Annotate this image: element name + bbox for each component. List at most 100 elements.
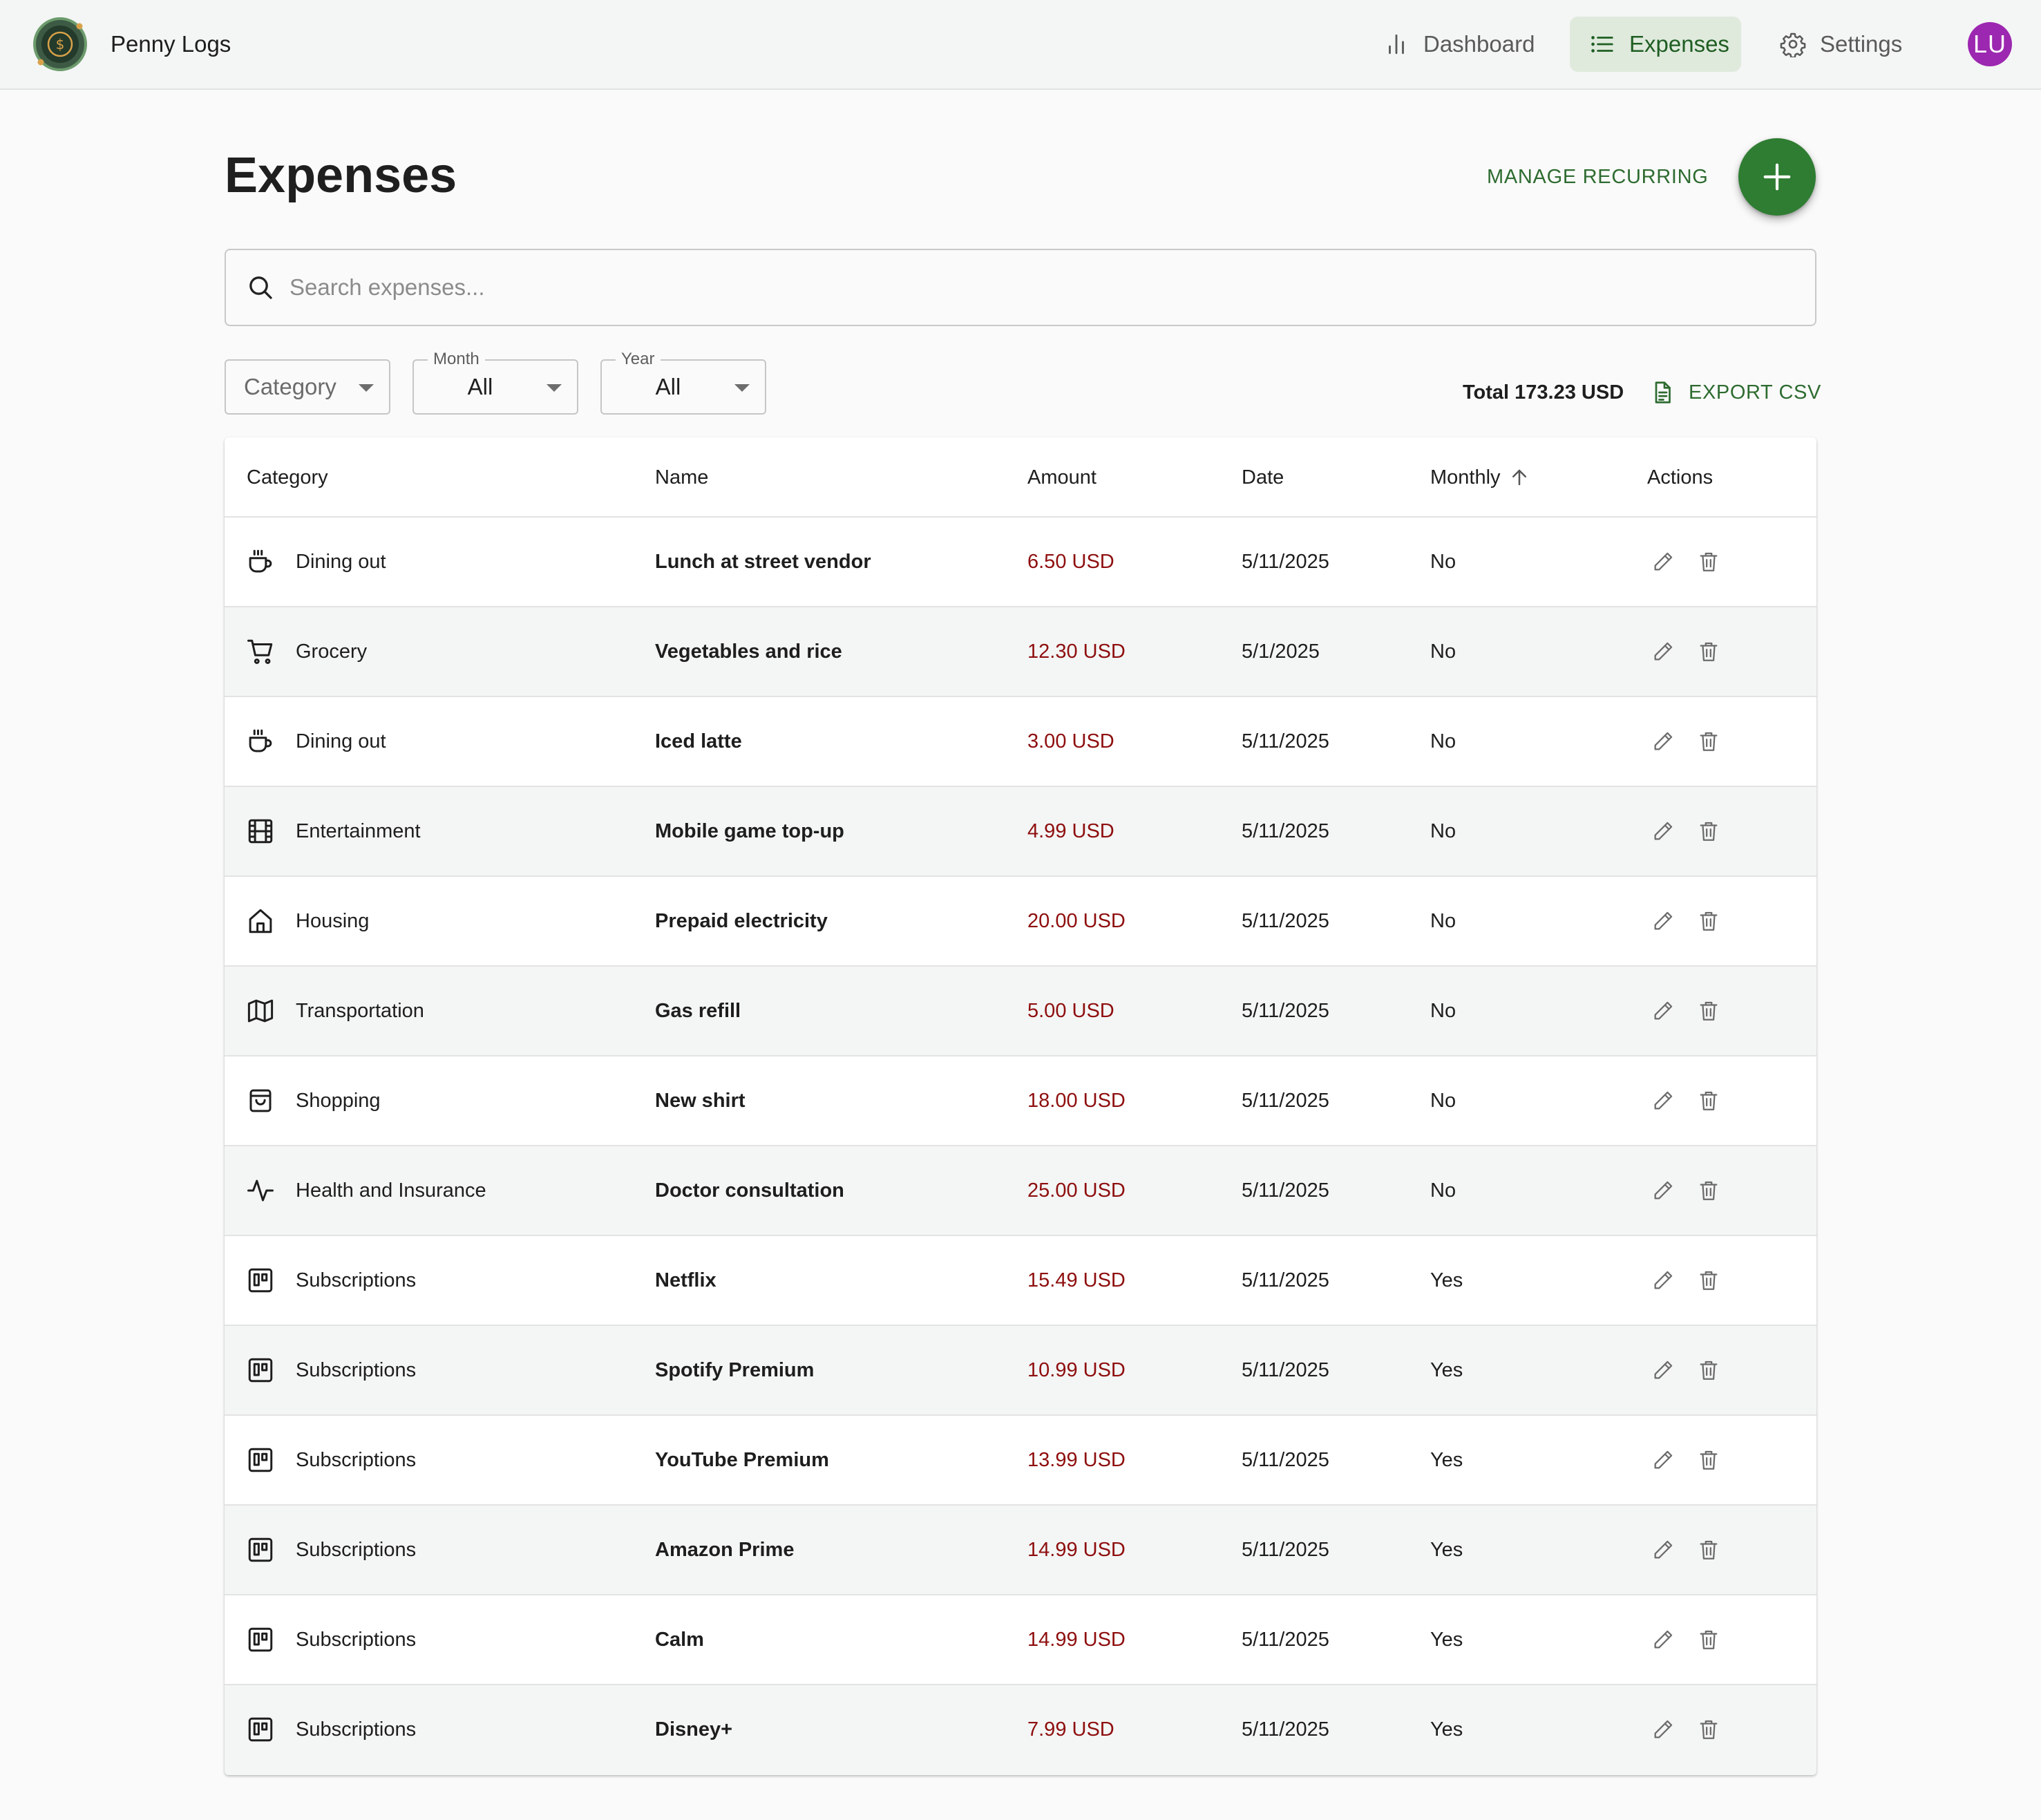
expenses-table: Category Name Amount Date Monthly Action… [225,437,1816,1775]
table-body: Dining out Lunch at street vendor 6.50 U… [225,518,1816,1775]
edit-button[interactable] [1649,1146,1677,1235]
coffee-cup-icon [246,547,275,576]
category-cell: Shopping [296,1089,381,1112]
category-icon [245,1146,276,1235]
table-row: Entertainment Mobile game top-up 4.99 US… [225,787,1816,877]
monthly-cell: No [1430,1089,1456,1112]
edit-button[interactable] [1649,1326,1677,1414]
monthly-cell: No [1430,1179,1456,1202]
column-header-name[interactable]: Name [655,437,708,518]
trash-icon [1697,550,1720,574]
name-cell: Vegetables and rice [655,640,842,663]
category-cell: Health and Insurance [296,1179,486,1202]
edit-button[interactable] [1649,518,1677,606]
shopping-cart-icon [246,637,275,666]
delete-button[interactable] [1695,1236,1722,1325]
category-icon [245,518,276,606]
category-icon [245,1236,276,1325]
search-input[interactable] [289,274,1740,301]
category-icon [245,1416,276,1504]
edit-button[interactable] [1649,1056,1677,1145]
category-icon [245,1506,276,1594]
edit-button[interactable] [1649,607,1677,696]
date-cell: 5/11/2025 [1242,1718,1329,1741]
category-cell: Subscriptions [296,1718,417,1741]
column-header-category[interactable]: Category [247,437,328,518]
table-row: Grocery Vegetables and rice 12.30 USD 5/… [225,607,1816,697]
search-icon [247,274,289,301]
name-cell: Amazon Prime [655,1538,795,1561]
list-icon [1589,31,1615,57]
user-avatar[interactable]: LU [1968,22,2012,66]
delete-button[interactable] [1695,1416,1722,1504]
manage-recurring-button[interactable]: MANAGE RECURRING [1487,162,1709,192]
date-cell: 5/11/2025 [1242,1358,1329,1381]
nav-dashboard[interactable]: Dashboard [1364,17,1554,72]
search-box[interactable] [225,249,1816,326]
coffee-cup-icon [246,727,275,756]
date-cell: 5/11/2025 [1242,550,1329,573]
table-row: Subscriptions Netflix 15.49 USD 5/11/202… [225,1236,1816,1326]
delete-button[interactable] [1695,518,1722,606]
gear-icon [1780,31,1806,57]
name-cell: Spotify Premium [655,1358,815,1381]
app-logo-icon[interactable]: $ [32,17,88,72]
delete-button[interactable] [1695,967,1722,1055]
monthly-cell: Yes [1430,1358,1463,1381]
sort-ascending-icon [1509,467,1530,488]
name-cell: Calm [655,1628,704,1651]
trash-icon [1697,730,1720,753]
nav-settings-label: Settings [1820,31,1903,57]
delete-button[interactable] [1695,607,1722,696]
date-cell: 5/11/2025 [1242,1628,1329,1651]
edit-button[interactable] [1649,1595,1677,1684]
category-filter-select[interactable]: Category [225,359,390,415]
delete-button[interactable] [1695,787,1722,875]
edit-button[interactable] [1649,967,1677,1055]
year-filter-select[interactable]: Year All [600,350,766,415]
subscription-icon [246,1266,275,1295]
table-row: Dining out Iced latte 3.00 USD 5/11/2025… [225,697,1816,787]
category-icon [245,1056,276,1145]
nav-settings[interactable]: Settings [1760,17,1921,72]
column-header-amount[interactable]: Amount [1027,437,1097,518]
month-filter-select[interactable]: Month All [412,350,578,415]
chevron-down-icon [547,384,562,392]
delete-button[interactable] [1695,1146,1722,1235]
edit-button[interactable] [1649,1506,1677,1594]
name-cell: Prepaid electricity [655,909,828,932]
delete-button[interactable] [1695,1595,1722,1684]
delete-button[interactable] [1695,1326,1722,1414]
delete-button[interactable] [1695,877,1722,965]
edit-button[interactable] [1649,877,1677,965]
edit-button[interactable] [1649,697,1677,786]
export-csv-button[interactable]: EXPORT CSV [1650,377,1821,408]
table-row: Subscriptions Spotify Premium 10.99 USD … [225,1326,1816,1416]
column-header-date[interactable]: Date [1242,437,1284,518]
edit-button[interactable] [1649,1416,1677,1504]
delete-button[interactable] [1695,697,1722,786]
category-cell: Dining out [296,550,386,573]
delete-button[interactable] [1695,1685,1722,1774]
nav-expenses[interactable]: Expenses [1570,17,1741,72]
delete-button[interactable] [1695,1506,1722,1594]
app-bar: $ Penny Logs Dashboard Expenses Settings… [0,0,2041,90]
amount-cell: 12.30 USD [1027,640,1126,663]
edit-button[interactable] [1649,787,1677,875]
column-header-monthly[interactable]: Monthly [1430,437,1530,518]
amount-cell: 4.99 USD [1027,819,1114,842]
trash-icon [1697,999,1720,1023]
amount-cell: 10.99 USD [1027,1358,1126,1381]
amount-cell: 13.99 USD [1027,1448,1126,1471]
pencil-icon [1651,550,1675,574]
plus-icon [1761,161,1793,193]
add-expense-button[interactable] [1738,138,1816,216]
trash-icon [1697,1089,1720,1112]
edit-button[interactable] [1649,1685,1677,1774]
category-filter-value: Category [244,374,336,399]
shopping-bag-icon [246,1086,275,1115]
export-csv-label: EXPORT CSV [1689,381,1821,404]
column-header-monthly-label: Monthly [1430,466,1501,489]
edit-button[interactable] [1649,1236,1677,1325]
delete-button[interactable] [1695,1056,1722,1145]
